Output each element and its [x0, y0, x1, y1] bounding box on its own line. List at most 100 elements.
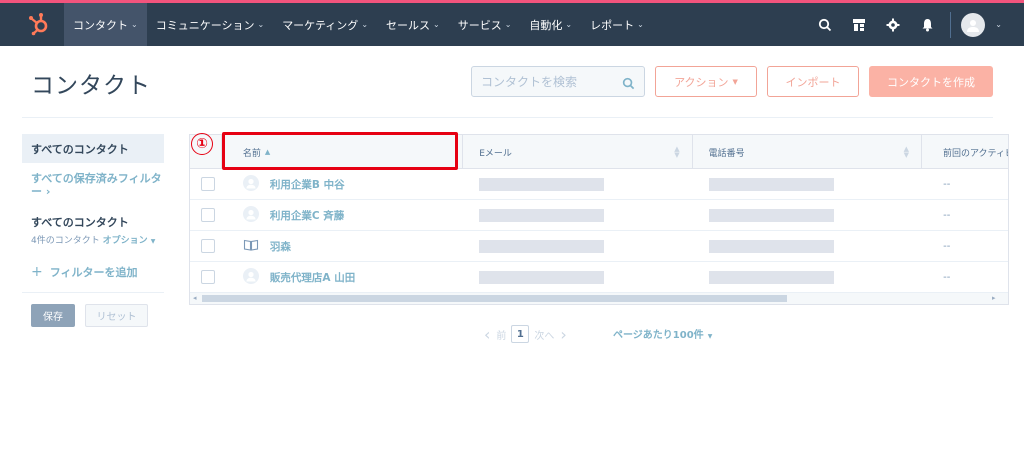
account-menu[interactable]: ⌄	[961, 12, 1024, 37]
annotation-marker: ①	[191, 133, 213, 155]
per-page-select[interactable]: ページあたり100件 ▼	[613, 326, 712, 341]
nav-item-label: コミュニケーション	[155, 18, 255, 32]
scrollbar-thumb[interactable]	[202, 295, 787, 302]
reset-button[interactable]: リセット	[85, 304, 148, 327]
contact-count: 4件のコンタクト オプション ▼	[22, 233, 164, 246]
last-activity-value: --	[943, 178, 951, 190]
chevron-down-icon: ⌄	[565, 20, 573, 29]
nav-item-service[interactable]: サービス ⌄	[449, 3, 521, 46]
nav-item-label: レポート	[590, 18, 635, 32]
table-row[interactable]: 利用企業C 斉藤 --	[190, 200, 1008, 231]
chevron-down-icon: ⌄	[257, 20, 265, 29]
horizontal-scrollbar[interactable]: ◂ ▸	[190, 293, 1008, 304]
actions-button[interactable]: アクション ▼	[655, 66, 757, 97]
row-checkbox[interactable]	[200, 177, 215, 191]
save-button[interactable]: 保存	[31, 304, 75, 327]
nav-item-sales[interactable]: セールス ⌄	[377, 3, 449, 46]
main-nav: コンタクト ⌄ コミュニケーション ⌄ マーケティング ⌄ セールス ⌄ サービス ⌄ 自…	[64, 3, 653, 46]
prev-page-label[interactable]: 前	[496, 327, 506, 342]
plus-icon: +	[31, 264, 43, 280]
contact-name-link[interactable]: 利用企業B 中谷	[270, 177, 345, 192]
contact-name-link[interactable]: 羽森	[270, 239, 291, 254]
column-header-label: 電話番号	[708, 148, 745, 159]
filter-sidebar: すべてのコンタクト すべての保存済みフィルター › すべてのコンタクト 4件のコ…	[22, 134, 164, 280]
last-activity-value: --	[943, 209, 951, 221]
nav-item-contacts[interactable]: コンタクト ⌄	[64, 3, 147, 46]
sort-icon: ▲ ▼	[903, 145, 909, 159]
saved-filters-link[interactable]: すべての保存済みフィルター ›	[22, 172, 164, 198]
saved-filters-label: すべての保存済みフィルター	[31, 172, 162, 198]
add-filter-link[interactable]: + フィルターを追加	[22, 264, 164, 280]
chevron-down-icon: ⌄	[995, 20, 1002, 29]
nav-divider	[950, 11, 952, 38]
sidebar-divider	[22, 292, 164, 293]
caret-down-icon: ▼	[150, 238, 156, 245]
create-contact-button[interactable]: コンタクトを作成	[869, 66, 993, 97]
nav-item-marketing[interactable]: マーケティング ⌄	[273, 3, 377, 46]
caret-down-icon: ▼	[732, 77, 738, 86]
create-contact-label: コンタクトを作成	[887, 75, 975, 89]
nav-item-label: マーケティング	[282, 18, 359, 32]
marketplace-icon[interactable]	[842, 3, 876, 46]
sort-icon: ▲ ▼	[674, 145, 680, 159]
nav-item-automation[interactable]: 自動化 ⌄	[520, 3, 581, 46]
current-page[interactable]: 1	[511, 325, 530, 343]
chevron-left-icon[interactable]: ‹	[484, 325, 490, 344]
header-divider	[22, 117, 993, 118]
email-value	[479, 208, 605, 222]
nav-item-conversations[interactable]: コミュニケーション ⌄	[147, 3, 273, 46]
contact-avatar-icon	[242, 205, 259, 225]
email-value	[479, 239, 605, 253]
phone-value	[708, 208, 834, 222]
hubspot-logo-icon[interactable]	[26, 11, 52, 37]
phone-value	[708, 177, 834, 191]
chevron-down-icon: ⌄	[361, 20, 369, 29]
contact-name-link[interactable]: 販売代理店A 山田	[270, 270, 355, 285]
chevron-down-icon: ⌄	[504, 20, 512, 29]
page-title: コンタクト	[31, 73, 151, 99]
options-link[interactable]: オプション ▼	[103, 236, 156, 246]
gear-icon[interactable]	[876, 3, 910, 46]
book-icon	[243, 237, 259, 256]
phone-value	[708, 270, 834, 284]
search-icon[interactable]	[622, 75, 635, 94]
annotation-highlight-box	[222, 132, 458, 170]
import-button[interactable]: インポート	[767, 66, 859, 97]
column-header-email[interactable]: Eメール ▲ ▼	[463, 135, 693, 169]
top-icons: ⌄	[808, 3, 1024, 46]
table-row[interactable]: 販売代理店A 山田 --	[190, 262, 1008, 293]
nav-item-label: コンタクト	[73, 18, 128, 32]
chevron-right-icon[interactable]: ›	[560, 325, 566, 344]
row-checkbox[interactable]	[200, 239, 215, 253]
scroll-left-icon[interactable]: ◂	[193, 294, 197, 302]
column-header-phone[interactable]: 電話番号 ▲ ▼	[693, 135, 922, 169]
contact-name-link[interactable]: 利用企業C 斉藤	[270, 208, 344, 223]
row-checkbox[interactable]	[200, 208, 215, 222]
options-label: オプション	[102, 236, 148, 246]
chevron-down-icon: ⌄	[637, 20, 644, 29]
avatar	[961, 12, 986, 37]
next-page-label[interactable]: 次へ	[534, 327, 554, 342]
phone-value	[708, 239, 834, 253]
table-row[interactable]: 羽森 --	[190, 231, 1008, 262]
per-page-label: ページあたり100件	[613, 330, 704, 341]
chevron-down-icon: ⌄	[433, 20, 440, 29]
bell-icon[interactable]	[910, 3, 944, 46]
chevron-right-icon: ›	[42, 185, 51, 198]
search-input[interactable]	[472, 67, 612, 96]
search-icon[interactable]	[808, 3, 842, 46]
nav-item-label: セールス	[386, 18, 431, 32]
contact-search	[471, 66, 645, 97]
sidebar-item-all-contacts[interactable]: すべてのコンタクト	[22, 134, 164, 163]
row-checkbox[interactable]	[200, 270, 215, 284]
scroll-right-icon[interactable]: ▸	[992, 294, 996, 302]
sidebar-item-label: すべてのコンタクト	[31, 142, 129, 156]
chevron-down-icon: ⌄	[131, 20, 138, 29]
actions-label: アクション	[674, 75, 729, 89]
table-row[interactable]: 利用企業B 中谷 --	[190, 169, 1008, 200]
top-nav-bar: コンタクト ⌄ コミュニケーション ⌄ マーケティング ⌄ セールス ⌄ サービス ⌄ 自…	[0, 0, 1024, 46]
column-header-last-activity[interactable]: 前回のアクティビ	[922, 135, 1008, 169]
nav-item-reports[interactable]: レポート ⌄	[581, 3, 653, 46]
last-activity-value: --	[943, 240, 951, 252]
contact-avatar-icon	[242, 267, 259, 287]
